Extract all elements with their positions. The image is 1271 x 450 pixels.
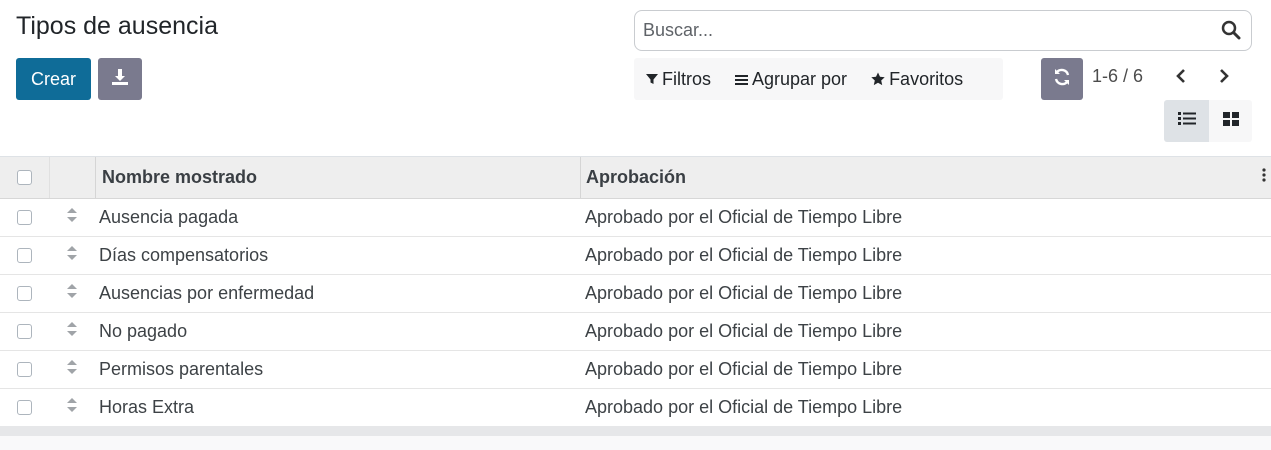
sort-handle-icon	[66, 283, 78, 304]
row-checkbox[interactable]	[17, 362, 32, 377]
drag-handle[interactable]	[49, 351, 95, 388]
row-checkbox[interactable]	[17, 400, 32, 415]
filters-label: Filtros	[662, 68, 711, 89]
drag-handle[interactable]	[49, 237, 95, 274]
row-check-cell	[0, 199, 49, 236]
row-name: Horas Extra	[99, 397, 195, 417]
filter-icon	[646, 73, 658, 85]
refresh-icon	[1053, 68, 1071, 91]
row-checkbox[interactable]	[17, 210, 32, 225]
column-header-name[interactable]: Nombre mostrado	[95, 157, 580, 198]
refresh-button[interactable]	[1041, 58, 1083, 100]
favorites-toggle[interactable]: Favoritos	[871, 69, 963, 90]
favorites-label: Favoritos	[889, 68, 964, 89]
select-all-cell	[0, 157, 49, 198]
row-name: Ausencias por enfermedad	[99, 283, 315, 303]
search-panel-toggles: Filtros Agrupar por Favoritos	[634, 58, 1003, 100]
select-all-checkbox[interactable]	[17, 170, 32, 185]
row-approval: Aprobado por el Oficial de Tiempo Libre	[585, 207, 903, 227]
row-checkbox[interactable]	[17, 248, 32, 263]
row-check-cell	[0, 351, 49, 388]
grid-icon	[1222, 111, 1239, 131]
download-button[interactable]	[98, 58, 142, 100]
optional-columns-toggle[interactable]	[1257, 157, 1271, 198]
table-row[interactable]: Horas Extra Aprobado por el Oficial de T…	[0, 389, 1271, 427]
create-button[interactable]: Crear	[16, 58, 91, 100]
row-name: Ausencia pagada	[99, 207, 239, 227]
row-check-cell	[0, 389, 49, 426]
search-icon[interactable]	[1221, 20, 1241, 45]
sort-handle-icon	[66, 359, 78, 380]
page-title: Tipos de ausencia	[16, 12, 218, 40]
row-check-cell	[0, 275, 49, 312]
row-check-cell	[0, 313, 49, 350]
sort-handle-icon	[66, 245, 78, 266]
table-row[interactable]: Ausencia pagada Aprobado por el Oficial …	[0, 199, 1271, 237]
row-name: Días compensatorios	[99, 245, 269, 265]
row-checkbox[interactable]	[17, 286, 32, 301]
ellipsis-vertical-icon	[1262, 167, 1266, 188]
sort-handle-icon	[66, 207, 78, 228]
download-icon	[111, 68, 129, 91]
filters-toggle[interactable]: Filtros	[646, 69, 711, 90]
pager-previous[interactable]	[1170, 66, 1192, 90]
row-approval: Aprobado por el Oficial de Tiempo Libre	[585, 397, 903, 417]
search-box	[634, 10, 1252, 51]
row-check-cell	[0, 237, 49, 274]
pager-value[interactable]: 1-6 / 6	[1092, 66, 1143, 87]
table-row[interactable]: Días compensatorios Aprobado por el Ofic…	[0, 237, 1271, 275]
list-icon	[1177, 111, 1196, 131]
chevron-left-icon	[1175, 68, 1187, 89]
group-by-toggle[interactable]: Agrupar por	[735, 69, 847, 90]
list-table: Nombre mostrado Aprobación Ausencia paga…	[0, 156, 1271, 427]
group-by-label: Agrupar por	[752, 68, 848, 89]
row-approval: Aprobado por el Oficial de Tiempo Libre	[585, 283, 903, 303]
row-approval: Aprobado por el Oficial de Tiempo Libre	[585, 245, 903, 265]
row-approval: Aprobado por el Oficial de Tiempo Libre	[585, 321, 903, 341]
chevron-right-icon	[1218, 68, 1230, 89]
table-row[interactable]: No pagado Aprobado por el Oficial de Tie…	[0, 313, 1271, 351]
table-row[interactable]: Permisos parentales Aprobado por el Ofic…	[0, 351, 1271, 389]
drag-handle[interactable]	[49, 313, 95, 350]
row-name: Permisos parentales	[99, 359, 264, 379]
table-row[interactable]: Ausencias por enfermedad Aprobado por el…	[0, 275, 1271, 313]
sort-handle-icon	[66, 321, 78, 342]
kanban-view-button[interactable]	[1209, 100, 1252, 142]
list-view-button[interactable]	[1164, 100, 1209, 142]
column-header-approval[interactable]: Aprobación	[580, 157, 1260, 198]
drag-handle[interactable]	[49, 275, 95, 312]
search-input[interactable]	[643, 20, 1203, 41]
sort-handle-icon	[66, 397, 78, 418]
star-icon	[871, 72, 885, 86]
table-footer	[0, 426, 1271, 436]
pager-next[interactable]	[1213, 66, 1235, 90]
drag-handle[interactable]	[49, 199, 95, 236]
bars-icon	[735, 73, 748, 85]
drag-handle[interactable]	[49, 389, 95, 426]
row-name: No pagado	[99, 321, 188, 341]
page-bottom	[0, 436, 1271, 450]
row-approval: Aprobado por el Oficial de Tiempo Libre	[585, 359, 903, 379]
handle-header	[49, 157, 95, 198]
row-checkbox[interactable]	[17, 324, 32, 339]
table-header: Nombre mostrado Aprobación	[0, 156, 1271, 199]
